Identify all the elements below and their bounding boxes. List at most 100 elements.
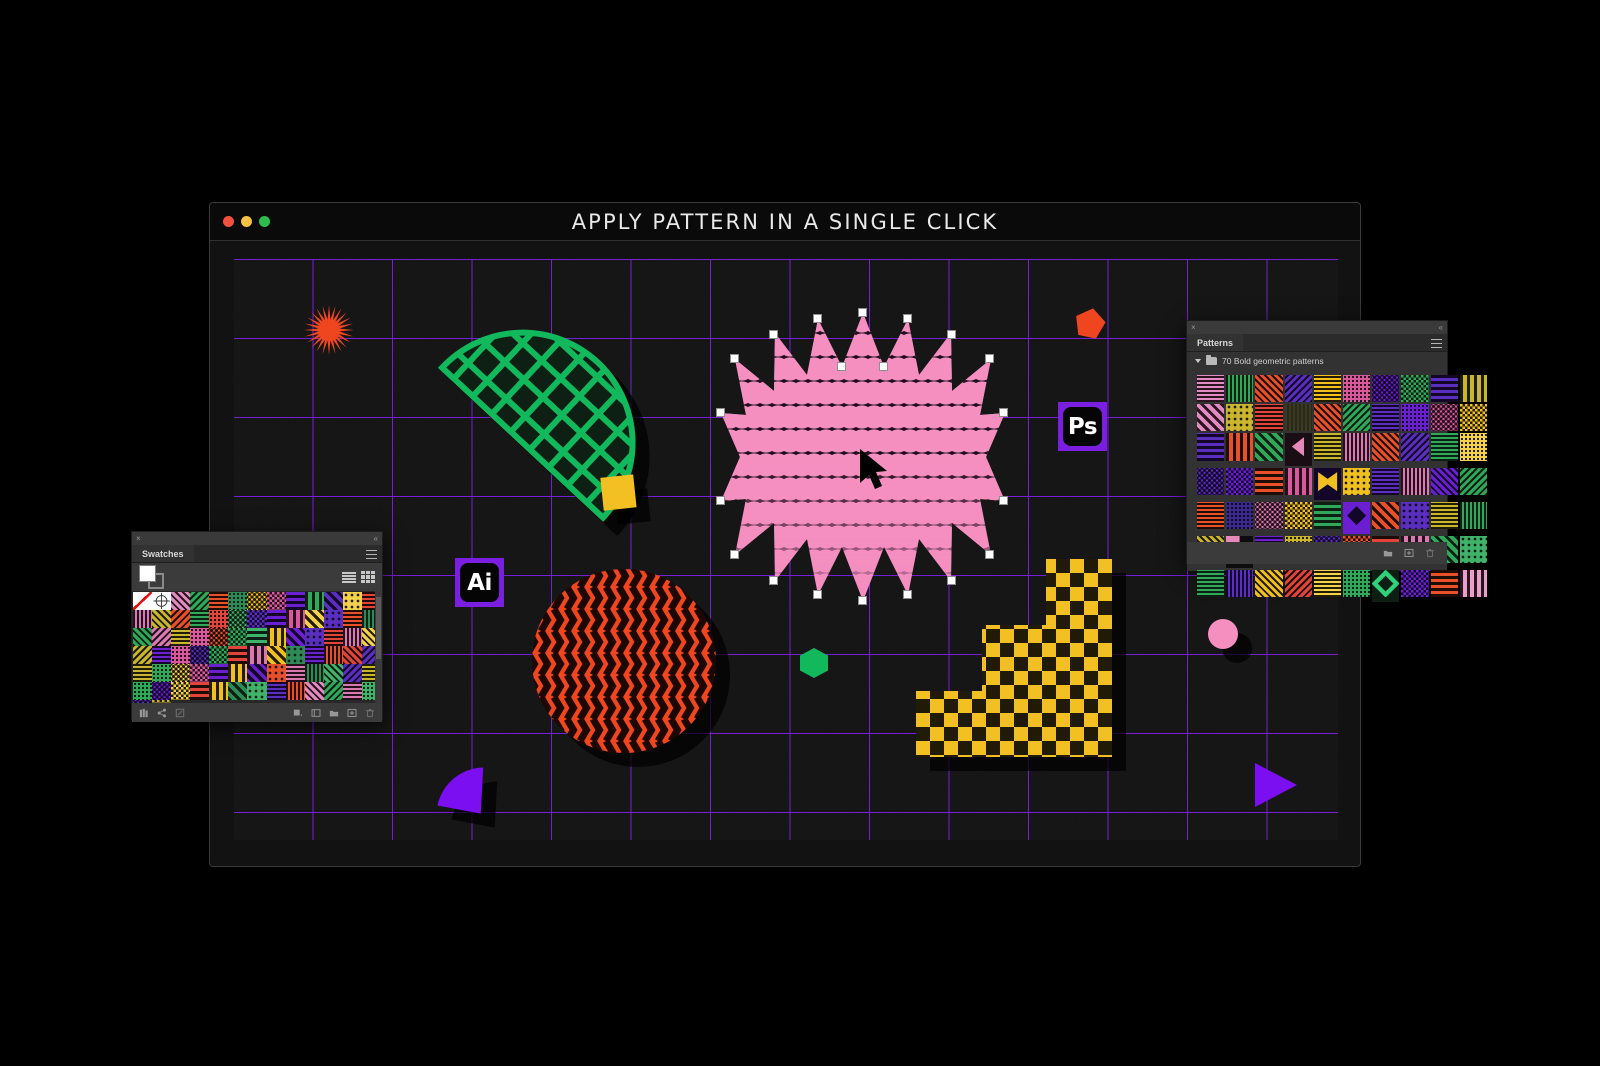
anchor-point[interactable] [837, 362, 846, 371]
green-half-disc-shape[interactable] [406, 287, 679, 564]
swatch-tile[interactable] [1372, 433, 1400, 461]
swatch-tile[interactable] [1313, 501, 1342, 530]
swatch-tile[interactable] [323, 646, 343, 664]
swatch-tile[interactable] [285, 646, 305, 664]
swatch-tile[interactable] [1372, 375, 1400, 403]
swatch-tile[interactable] [1197, 375, 1225, 403]
close-icon[interactable]: × [1191, 323, 1196, 332]
swatch-tile[interactable] [1343, 404, 1371, 432]
swatch-tile[interactable] [171, 682, 191, 700]
grid-view-button[interactable] [361, 570, 375, 584]
close-icon[interactable]: × [136, 534, 141, 543]
fill-stroke-indicator[interactable] [139, 565, 165, 589]
anchor-point[interactable] [813, 590, 822, 599]
swatch-tile[interactable] [304, 646, 324, 664]
swatch-tile[interactable] [1284, 467, 1312, 495]
swatch-tile[interactable] [1313, 433, 1342, 461]
yellow-square-shape[interactable] [598, 472, 640, 519]
swatch-tile[interactable] [323, 628, 343, 646]
swatch-tile[interactable] [285, 610, 305, 628]
anchor-point[interactable] [769, 576, 778, 585]
swatch-tile[interactable] [1343, 570, 1371, 598]
swatch-tile[interactable] [285, 628, 305, 646]
swatch-tile[interactable] [1401, 433, 1429, 461]
swatches-panel[interactable]: × « Swatches [131, 531, 383, 722]
swatch-tile[interactable] [190, 682, 210, 700]
swatch-tile[interactable] [1343, 433, 1371, 461]
swatch-tile[interactable] [1197, 433, 1225, 461]
swatch-tile[interactable] [152, 628, 172, 646]
swatch-tile[interactable] [1430, 404, 1458, 432]
swatch-tile[interactable] [133, 682, 153, 700]
swatch-tile[interactable] [209, 664, 229, 682]
panel-menu-icon[interactable] [1431, 339, 1442, 348]
swatch-tile[interactable] [1430, 467, 1458, 495]
swatch-tile[interactable] [1284, 433, 1312, 466]
anchor-point[interactable] [769, 330, 778, 339]
swatch-tile[interactable] [266, 682, 286, 700]
swatch-tile[interactable] [190, 610, 210, 628]
swatch-tile[interactable] [1255, 404, 1283, 432]
swatch-tile[interactable] [304, 592, 324, 610]
swatch-tile[interactable] [190, 592, 210, 610]
swatch-tile[interactable] [1343, 375, 1371, 403]
anchor-point[interactable] [903, 314, 912, 323]
swatch-tile[interactable] [171, 610, 191, 628]
swatch-tile[interactable] [228, 646, 248, 664]
swatch-tile[interactable] [342, 682, 362, 700]
swatch-tile[interactable] [1284, 501, 1312, 530]
swatch-tile[interactable] [247, 664, 267, 682]
swatch-tile[interactable] [1313, 375, 1342, 403]
swatch-tile[interactable] [247, 610, 267, 628]
swatch-tile[interactable] [266, 646, 286, 664]
anchor-point[interactable] [947, 330, 956, 339]
swatch-tile[interactable] [171, 592, 191, 610]
delete-swatch-icon[interactable] [365, 708, 375, 718]
swatch-tile[interactable] [1197, 501, 1225, 530]
swatch-tile[interactable] [190, 664, 210, 682]
swatch-tile[interactable] [1459, 433, 1488, 461]
chevron-down-icon[interactable] [1195, 358, 1201, 363]
swatch-tile[interactable] [323, 592, 343, 610]
swatch-tile[interactable] [133, 700, 153, 703]
swatch-tile[interactable] [1313, 404, 1342, 432]
swatch-tile[interactable] [285, 682, 305, 700]
orange-circle-shape[interactable] [528, 565, 720, 762]
swatch-tile[interactable] [1401, 467, 1429, 495]
swatch-options-icon[interactable] [175, 708, 185, 718]
swatch-tile[interactable] [209, 592, 229, 610]
swatch-tile[interactable] [152, 610, 172, 628]
swatch-tile[interactable] [152, 664, 172, 682]
swatch-tile[interactable] [285, 664, 305, 682]
swatch-registration[interactable] [152, 592, 172, 610]
swatch-tile[interactable] [1197, 570, 1225, 598]
green-hexagon-shape[interactable] [797, 646, 831, 685]
swatch-tile[interactable] [1255, 501, 1283, 530]
anchor-point[interactable] [858, 596, 867, 605]
swatch-tile[interactable] [304, 682, 324, 700]
swatch-tile[interactable] [266, 628, 286, 646]
swatch-tile[interactable] [1313, 467, 1342, 500]
swatch-tile[interactable] [1372, 467, 1400, 495]
list-view-button[interactable] [342, 571, 356, 584]
panel-menu-icon[interactable] [366, 550, 377, 559]
swatch-tile[interactable] [1197, 404, 1225, 432]
swatch-tile[interactable] [190, 646, 210, 664]
swatch-tile[interactable] [1226, 375, 1254, 403]
swatch-tile[interactable] [1401, 501, 1429, 530]
patterns-panel[interactable]: × « Patterns 70 Bold geometric patterns [1186, 320, 1488, 603]
swatch-tile[interactable] [1459, 404, 1488, 432]
pattern-group-row[interactable]: 70 Bold geometric patterns [1187, 352, 1447, 369]
swatch-tile[interactable] [342, 646, 362, 664]
swatch-tile[interactable] [228, 628, 248, 646]
anchor-point[interactable] [999, 408, 1008, 417]
swatch-tile[interactable] [323, 610, 343, 628]
swatch-tile[interactable] [247, 628, 267, 646]
swatch-tile[interactable] [190, 628, 210, 646]
swatch-tile[interactable] [304, 610, 324, 628]
swatch-none[interactable] [133, 592, 153, 610]
swatch-tile[interactable] [209, 610, 229, 628]
swatch-tile[interactable] [1284, 404, 1312, 432]
yellow-staircase-shape[interactable] [916, 559, 1112, 762]
swatch-tile[interactable] [1372, 501, 1400, 530]
